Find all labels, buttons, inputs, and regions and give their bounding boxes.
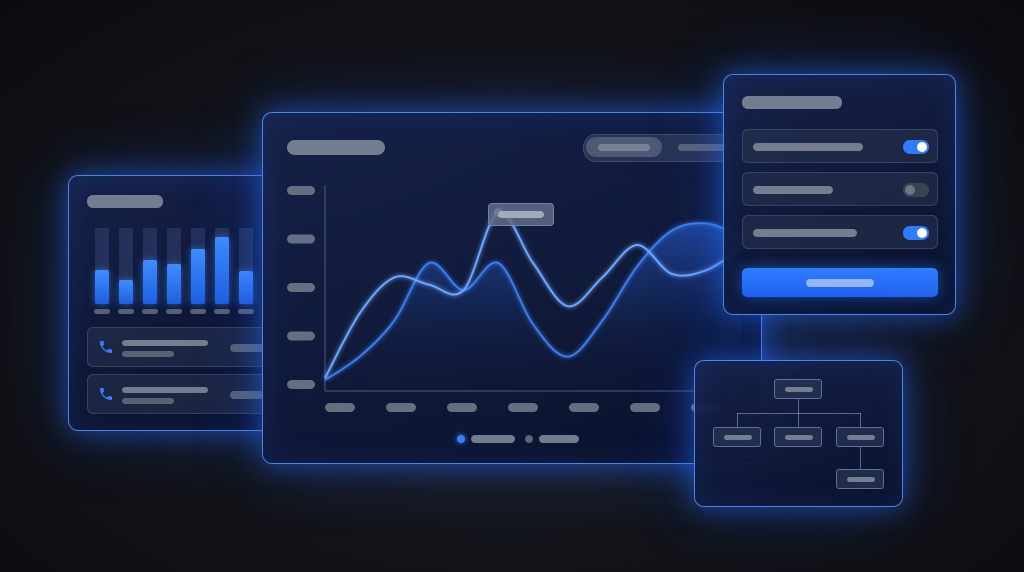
- flow-connector: [860, 447, 861, 469]
- bar-value[interactable]: [167, 264, 181, 304]
- flow-node-label: [785, 387, 813, 392]
- primary-action-button-label: [806, 279, 874, 287]
- contact-name: [122, 340, 208, 346]
- bar-axis-tick: [190, 309, 206, 314]
- flow-node-child[interactable]: [774, 427, 822, 447]
- left-bar-chart: [95, 228, 265, 304]
- contact-row[interactable]: [87, 374, 275, 414]
- contact-meta: [230, 391, 264, 399]
- y-axis-tick-label: [287, 283, 315, 292]
- phone-icon: [98, 386, 114, 402]
- bar-axis-tick: [238, 309, 254, 314]
- setting-label: [753, 186, 833, 194]
- flow-node-label: [785, 435, 813, 440]
- flow-connector: [798, 399, 799, 413]
- flow-node-label: [847, 435, 875, 440]
- flow-connector: [798, 413, 799, 427]
- x-axis-tick-label: [569, 403, 599, 412]
- main-chart-panel: [262, 112, 762, 464]
- legend-dot-icon: [525, 435, 533, 443]
- bar-value[interactable]: [239, 271, 253, 304]
- y-axis-tick-label: [287, 380, 315, 389]
- flow-node-label: [847, 477, 875, 482]
- bar-axis-tick: [118, 309, 134, 314]
- series-area-fill: [325, 223, 741, 389]
- flow-node-child[interactable]: [713, 427, 761, 447]
- setting-row[interactable]: [742, 129, 938, 163]
- toggle-switch[interactable]: [903, 226, 929, 240]
- flow-connector: [737, 413, 861, 414]
- left-panel-title-placeholder: [87, 195, 163, 208]
- chart-tooltip-label: [498, 211, 544, 218]
- setting-label: [753, 229, 857, 237]
- flow-node-label: [724, 435, 752, 440]
- flow-diagram-panel: [694, 360, 903, 507]
- setting-label: [753, 143, 863, 151]
- phone-icon: [98, 339, 114, 355]
- line-chart: [287, 185, 755, 412]
- bar-value[interactable]: [215, 237, 229, 304]
- setting-row[interactable]: [742, 215, 938, 249]
- bar-value[interactable]: [191, 249, 205, 304]
- bar-axis-tick: [142, 309, 158, 314]
- flow-node-child[interactable]: [836, 427, 884, 447]
- left-bar-axis-ticks: [94, 309, 265, 315]
- x-axis-tick-label: [630, 403, 660, 412]
- y-axis-tick-label: [287, 234, 315, 244]
- contact-name: [122, 387, 208, 393]
- contact-meta: [230, 344, 264, 352]
- chart-legend: [455, 433, 585, 445]
- bar-axis-tick: [214, 309, 230, 314]
- contact-row[interactable]: [87, 327, 275, 367]
- toggle-switch[interactable]: [903, 183, 929, 197]
- bar-axis-tick: [166, 309, 182, 314]
- x-axis-tick-label: [508, 403, 538, 412]
- x-axis-tick-label: [325, 403, 355, 412]
- legend-label: [539, 435, 579, 443]
- settings-panel: [723, 74, 956, 315]
- bar-axis-tick: [94, 309, 110, 314]
- bar-value[interactable]: [95, 270, 109, 304]
- y-axis-tick-label: [287, 186, 315, 195]
- chart-tooltip: [488, 203, 554, 226]
- primary-action-button[interactable]: [742, 268, 938, 297]
- y-axis-tick-label: [287, 331, 315, 341]
- flow-connector: [860, 413, 861, 427]
- left-stats-panel: [68, 175, 275, 431]
- bar-value[interactable]: [119, 280, 133, 304]
- x-axis-tick-label: [386, 403, 416, 412]
- flow-connector: [737, 413, 738, 427]
- settings-title: [742, 96, 842, 109]
- setting-row[interactable]: [742, 172, 938, 206]
- legend-label: [471, 435, 515, 443]
- bar-value[interactable]: [143, 260, 157, 304]
- toggle-switch[interactable]: [903, 140, 929, 154]
- contact-detail: [122, 398, 174, 404]
- legend-dot-icon: [457, 435, 465, 443]
- flow-node-grandchild[interactable]: [836, 469, 884, 489]
- x-axis-tick-label: [447, 403, 477, 412]
- contact-detail: [122, 351, 174, 357]
- flow-node-root[interactable]: [774, 379, 822, 399]
